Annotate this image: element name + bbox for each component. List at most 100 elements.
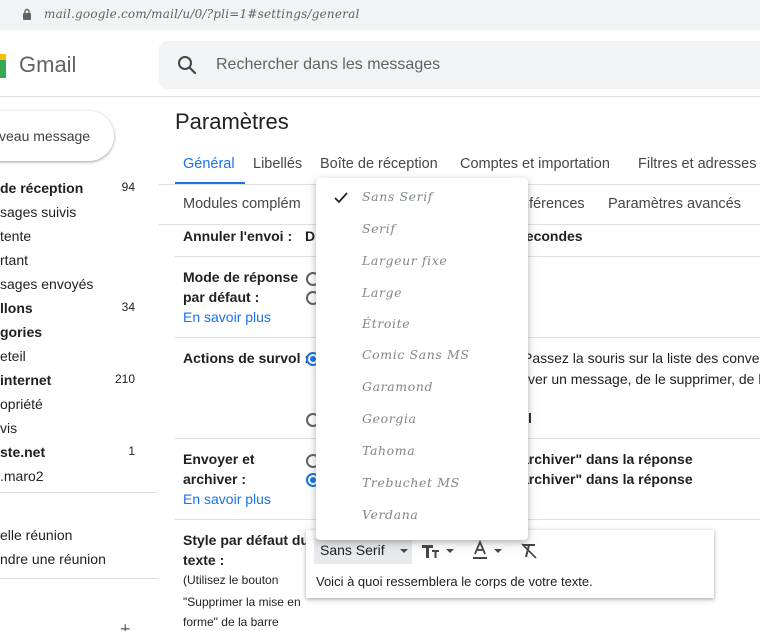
text-color-icon[interactable] bbox=[472, 540, 488, 562]
reply-mode-label: Mode de réponse bbox=[183, 269, 299, 285]
chevron-down-icon[interactable] bbox=[446, 549, 454, 553]
url-text[interactable]: mail.google.com/mail/u/0/?pli=1#settings… bbox=[44, 7, 360, 21]
app-name: Gmail bbox=[19, 52, 77, 77]
font-option-label: Verdana bbox=[362, 507, 419, 522]
sidebar-item-count: 210 bbox=[114, 372, 135, 386]
font-size-icon[interactable] bbox=[421, 542, 443, 560]
sidebar-item-label: tente bbox=[0, 228, 32, 244]
chevron-down-icon[interactable] bbox=[494, 549, 502, 553]
sidebar-item-label: .maro2 bbox=[0, 468, 44, 484]
sidebar-item-starred[interactable]: sages suivis bbox=[0, 202, 150, 222]
font-option-verdana[interactable]: Verdana bbox=[316, 500, 528, 532]
sidebar-item-label: eteil bbox=[0, 348, 26, 364]
sidebar-item-sent[interactable]: sages envoyés bbox=[0, 274, 150, 294]
font-option-fixed-width[interactable]: Largeur fixe bbox=[316, 246, 528, 278]
tab-filters[interactable]: Filtres et adresses bbox=[638, 156, 756, 172]
sidebar-item-label: de réception bbox=[0, 180, 84, 196]
send-archive-option-1: archiver" dans la réponse bbox=[521, 451, 693, 467]
tab-addons[interactable]: Modules complém bbox=[183, 196, 301, 212]
text-style-label-2: texte : bbox=[183, 552, 225, 568]
reply-mode-learn-more-link[interactable]: En savoir plus bbox=[183, 309, 271, 325]
hover-actions-disable-text: l bbox=[528, 410, 532, 426]
tab-inbox[interactable]: Boîte de réception bbox=[320, 156, 438, 172]
sidebar-item-label: internet bbox=[0, 372, 52, 388]
send-archive-label: Envoyer et bbox=[183, 451, 255, 467]
sidebar-item-label: ndre une réunion bbox=[0, 551, 106, 567]
font-option-tahoma[interactable]: Tahoma bbox=[316, 436, 528, 468]
undo-send-value[interactable]: D bbox=[305, 228, 315, 244]
sidebar-item-label-3[interactable]: opriété bbox=[0, 394, 150, 414]
hover-actions-text: Passez la souris sur la liste des conve bbox=[523, 350, 760, 366]
chevron-down-icon bbox=[400, 549, 408, 553]
sidebar-item-label: sages suivis bbox=[0, 204, 77, 220]
font-option-garamond[interactable]: Garamond bbox=[316, 372, 528, 404]
tab-general[interactable]: Général bbox=[183, 156, 235, 172]
text-style-preview: Voici à quoi ressemblera le corps de vot… bbox=[316, 574, 593, 589]
sidebar-item-categories[interactable]: gories bbox=[0, 322, 150, 342]
sidebar-divider bbox=[0, 492, 158, 493]
sidebar-item-label-2[interactable]: internet 210 bbox=[0, 370, 150, 390]
search-icon[interactable] bbox=[177, 55, 197, 75]
sidebar-item-count: 94 bbox=[121, 180, 135, 194]
sidebar-item-label: vis bbox=[0, 420, 18, 436]
tab-labels[interactable]: Libellés bbox=[253, 156, 302, 172]
search-bar[interactable]: Rechercher dans les messages bbox=[159, 41, 760, 89]
text-style-label: Style par défaut du bbox=[183, 532, 310, 548]
send-archive-learn-more-link[interactable]: En savoir plus bbox=[183, 491, 271, 507]
reply-mode-label-2: par défaut : bbox=[183, 289, 260, 305]
hover-actions-text-2: ver un message, de le supprimer, de l bbox=[528, 371, 760, 387]
font-option-label: Étroite bbox=[362, 316, 411, 331]
sidebar-item-label-4[interactable]: vis bbox=[0, 418, 150, 438]
text-style-note-2: "Supprimer la mise en bbox=[183, 595, 301, 609]
header-divider bbox=[0, 96, 760, 97]
sidebar-item-label-1[interactable]: eteil bbox=[0, 346, 150, 366]
text-style-editor: Sans Serif Voici à quoi ressemblera le c… bbox=[306, 530, 714, 598]
gmail-logo-icon bbox=[0, 54, 6, 78]
gmail-settings-window: mail.google.com/mail/u/0/?pli=1#settings… bbox=[0, 0, 760, 631]
font-option-wide[interactable]: Large bbox=[316, 278, 528, 310]
tab-chat-meet[interactable]: nférences bbox=[521, 196, 585, 212]
font-option-label: Sans Serif bbox=[362, 189, 434, 204]
sidebar-item-label: ste.net bbox=[0, 444, 46, 460]
sidebar-item-label: sages envoyés bbox=[0, 276, 94, 292]
sidebar-item-join-meeting[interactable]: ndre une réunion bbox=[0, 549, 150, 569]
remove-formatting-icon[interactable] bbox=[520, 542, 538, 560]
send-archive-label-2: archiver : bbox=[183, 471, 247, 487]
font-option-sans-serif[interactable]: Sans Serif bbox=[316, 182, 528, 214]
sidebar-divider bbox=[0, 578, 158, 579]
page-title: Paramètres bbox=[175, 109, 289, 134]
font-option-label: Comic Sans MS bbox=[362, 347, 470, 362]
font-option-georgia[interactable]: Georgia bbox=[316, 404, 528, 436]
tab-advanced[interactable]: Paramètres avancés bbox=[608, 196, 741, 212]
add-label-button[interactable]: + bbox=[120, 619, 131, 631]
lock-icon bbox=[23, 8, 31, 20]
sidebar-item-new-meeting[interactable]: elle réunion bbox=[0, 525, 150, 545]
sidebar-item-inbox[interactable]: de réception 94 bbox=[0, 178, 150, 198]
font-option-label: Georgia bbox=[362, 411, 417, 426]
font-family-select[interactable]: Sans Serif bbox=[314, 538, 412, 564]
text-style-note: (Utilisez le bouton bbox=[183, 573, 279, 587]
font-option-narrow[interactable]: Étroite bbox=[316, 309, 528, 341]
sidebar-item-count: 1 bbox=[128, 444, 135, 458]
sidebar-item-drafts[interactable]: llons 34 bbox=[0, 298, 150, 318]
font-option-trebuchet[interactable]: Trebuchet MS bbox=[316, 468, 528, 500]
font-option-label: Tahoma bbox=[362, 443, 416, 458]
search-input[interactable]: Rechercher dans les messages bbox=[216, 56, 440, 74]
undo-send-label: Annuler l'envoi : bbox=[183, 228, 293, 244]
compose-label: veau message bbox=[0, 128, 91, 144]
sidebar-item-label-6[interactable]: .maro2 bbox=[0, 466, 150, 486]
font-option-comic-sans[interactable]: Comic Sans MS bbox=[316, 340, 528, 372]
font-option-serif[interactable]: Serif bbox=[316, 214, 528, 246]
sidebar-item-label: gories bbox=[0, 324, 43, 340]
sidebar-item-snoozed[interactable]: tente bbox=[0, 226, 150, 246]
sidebar-item-label: rtant bbox=[0, 252, 29, 268]
font-option-label: Largeur fixe bbox=[362, 253, 448, 268]
font-family-value: Sans Serif bbox=[320, 542, 385, 558]
address-bar[interactable]: mail.google.com/mail/u/0/?pli=1#settings… bbox=[0, 0, 760, 30]
font-option-label: Large bbox=[362, 285, 403, 300]
compose-button[interactable]: veau message bbox=[0, 111, 114, 161]
sidebar-item-important[interactable]: rtant bbox=[0, 250, 150, 270]
tab-accounts[interactable]: Comptes et importation bbox=[460, 156, 610, 172]
sidebar-item-label: elle réunion bbox=[0, 527, 73, 543]
sidebar-item-label-5[interactable]: ste.net 1 bbox=[0, 442, 150, 462]
